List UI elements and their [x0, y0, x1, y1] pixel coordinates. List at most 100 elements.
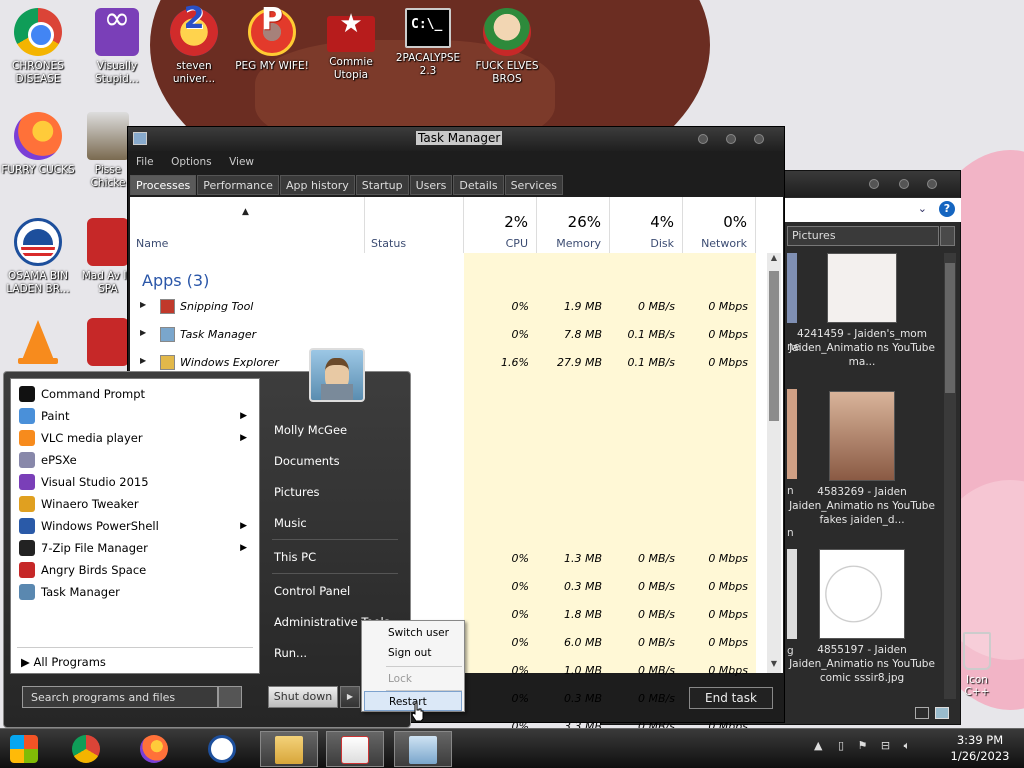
column-header-status[interactable]: Status	[365, 197, 464, 253]
thumbnail-item[interactable]: 4855197 - Jaiden Jaiden_Animatio ns YouT…	[787, 549, 937, 685]
explorer-scrollbar[interactable]	[944, 253, 956, 699]
start-button[interactable]	[0, 731, 54, 767]
show-hidden-icons-icon[interactable]: ▲	[814, 739, 822, 752]
column-header-cpu[interactable]: 2% CPU	[464, 197, 537, 253]
process-list-scrollbar[interactable]: ▲ ▼	[767, 253, 781, 673]
column-header-network[interactable]: 0% Network	[683, 197, 756, 253]
start-pictures[interactable]: Pictures	[274, 485, 320, 499]
all-programs-button[interactable]: ▶ All Programs	[21, 655, 106, 669]
minimize-button[interactable]	[869, 179, 879, 189]
desktop-icon-fuck-elves-bros[interactable]: FUCK ELVES BROS	[469, 8, 545, 86]
start-program-item[interactable]: Windows PowerShell ▶	[15, 515, 257, 537]
user-avatar[interactable]	[309, 348, 365, 402]
chevron-down-icon[interactable]: ⌄	[918, 202, 927, 215]
taskbar-chrome[interactable]	[58, 731, 116, 767]
tab-processes[interactable]: Processes	[130, 175, 197, 195]
expand-arrow-icon[interactable]: ▶	[140, 356, 146, 365]
taskbar-file-explorer[interactable]	[260, 731, 318, 767]
start-search-input[interactable]: Search programs and files	[22, 686, 218, 708]
taskbar-task-manager[interactable]	[394, 731, 452, 767]
tab-app-history[interactable]: App history	[279, 175, 355, 195]
start-control-panel[interactable]: Control Panel	[274, 584, 350, 598]
large-icons-view-icon[interactable]	[935, 707, 949, 719]
start-run[interactable]: Run...	[274, 646, 307, 660]
shut-down-options-arrow[interactable]: ▶	[340, 686, 360, 708]
start-music[interactable]: Music	[274, 516, 307, 530]
desktop-icon-vlc[interactable]	[0, 318, 76, 370]
start-program-item[interactable]: Visual Studio 2015	[15, 471, 257, 493]
desktop-icon-osama-bin-laden[interactable]: OSAMA BIN LADEN BR...	[0, 218, 76, 296]
desktop-icon-steven-universe[interactable]: steven univer...	[156, 8, 232, 86]
taskbar-obama[interactable]	[194, 731, 252, 767]
recycle-bin[interactable]: Icon C++	[957, 632, 997, 698]
start-documents[interactable]: Documents	[274, 454, 340, 468]
column-header-label: Disk	[650, 237, 674, 250]
disk-cell: 0 MB/s	[638, 552, 675, 565]
start-program-item[interactable]: VLC media player ▶	[15, 427, 257, 449]
taskbar-firefox[interactable]	[126, 731, 184, 767]
network-cell: 0 Mbps	[708, 328, 748, 341]
end-task-button[interactable]: End task	[689, 687, 773, 709]
column-header-memory[interactable]: 26% Memory	[537, 197, 610, 253]
action-center-icon[interactable]: ▯	[838, 739, 844, 752]
menu-item-sign-out[interactable]: Sign out	[364, 643, 462, 663]
menu-view[interactable]: View	[229, 156, 254, 168]
search-icon[interactable]	[940, 226, 955, 246]
scrollbar-thumb[interactable]	[769, 271, 779, 421]
tab-performance[interactable]: Performance	[197, 175, 279, 195]
start-program-item[interactable]: Task Manager	[15, 581, 257, 603]
process-row[interactable]: ▶ Snipping Tool 0% 1.9 MB 0 MB/s 0 Mbps	[130, 293, 756, 321]
column-header-name[interactable]: ▲ Name	[130, 197, 365, 253]
desktop-icon-commie-utopia[interactable]: Commie Utopia	[313, 8, 389, 82]
close-button[interactable]	[754, 134, 764, 144]
volume-icon[interactable]: 🔈︎	[904, 739, 911, 752]
menu-options[interactable]: Options	[171, 156, 212, 168]
scroll-up-icon[interactable]: ▲	[767, 253, 781, 267]
help-icon[interactable]: ?	[939, 201, 955, 217]
tab-services[interactable]: Services	[504, 175, 563, 195]
details-view-icon[interactable]	[915, 707, 929, 719]
minimize-button[interactable]	[698, 134, 708, 144]
menu-item-switch-user[interactable]: Switch user	[364, 623, 462, 643]
start-program-item[interactable]: Angry Birds Space	[15, 559, 257, 581]
task-manager-titlebar[interactable]: Task Manager	[128, 127, 784, 151]
desktop-icon-peg-my-wife[interactable]: PEG MY WIFE!	[234, 8, 310, 73]
flag-icon[interactable]: ⚑	[858, 739, 868, 752]
maximize-button[interactable]	[899, 179, 909, 189]
tab-startup[interactable]: Startup	[355, 175, 409, 195]
explorer-search-input[interactable]: Pictures	[787, 226, 939, 246]
desktop-icon-chrones-disease[interactable]: CHRONES DISEASE	[0, 8, 76, 86]
start-user-name[interactable]: Molly McGee	[274, 423, 347, 437]
scrollbar-thumb[interactable]	[945, 263, 955, 393]
scroll-down-icon[interactable]: ▼	[767, 659, 781, 673]
menu-file[interactable]: File	[136, 156, 154, 168]
desktop-icon-visually-stupid[interactable]: Visually Stupid...	[79, 8, 155, 86]
column-header-disk[interactable]: 4% Disk	[610, 197, 683, 253]
taskbar-snipping-tool[interactable]	[326, 731, 384, 767]
expand-arrow-icon[interactable]: ▶	[140, 300, 146, 309]
tab-users[interactable]: Users	[409, 175, 453, 195]
desktop-icon-2pacalypse[interactable]: 2PACALYPSE 2.3	[390, 8, 466, 78]
start-this-pc[interactable]: This PC	[274, 550, 316, 564]
close-button[interactable]	[927, 179, 937, 189]
tab-details[interactable]: Details	[453, 175, 504, 195]
network-icon[interactable]: ⊟	[881, 739, 890, 752]
search-icon[interactable]	[218, 686, 242, 708]
start-program-item[interactable]: ePSXe	[15, 449, 257, 471]
process-row[interactable]: ▶ Task Manager 0% 7.8 MB 0.1 MB/s 0 Mbps	[130, 321, 756, 349]
start-program-item[interactable]: Winaero Tweaker	[15, 493, 257, 515]
start-program-item[interactable]: Command Prompt	[15, 383, 257, 405]
thumbnail-item[interactable]: 4241459 - Jaiden's_mom Jaiden_Animatio n…	[787, 253, 937, 369]
expand-arrow-icon[interactable]: ▶	[140, 328, 146, 337]
taskbar-clock[interactable]: 3:39 PM 1/26/2023	[940, 732, 1020, 764]
menu-item-lock[interactable]: Lock	[364, 669, 462, 689]
start-program-item[interactable]: 7-Zip File Manager ▶	[15, 537, 257, 559]
thumbnail-item[interactable]: 4583269 - Jaiden Jaiden_Animatio ns YouT…	[787, 391, 937, 527]
desktop-icon-furry-cucks[interactable]: FURRY CUCKS	[0, 112, 76, 177]
cpu-cell: 0%	[511, 692, 529, 705]
shut-down-button[interactable]: Shut down	[268, 686, 338, 708]
program-icon	[19, 562, 35, 578]
program-icon	[19, 540, 35, 556]
start-program-item[interactable]: Paint ▶	[15, 405, 257, 427]
maximize-button[interactable]	[726, 134, 736, 144]
